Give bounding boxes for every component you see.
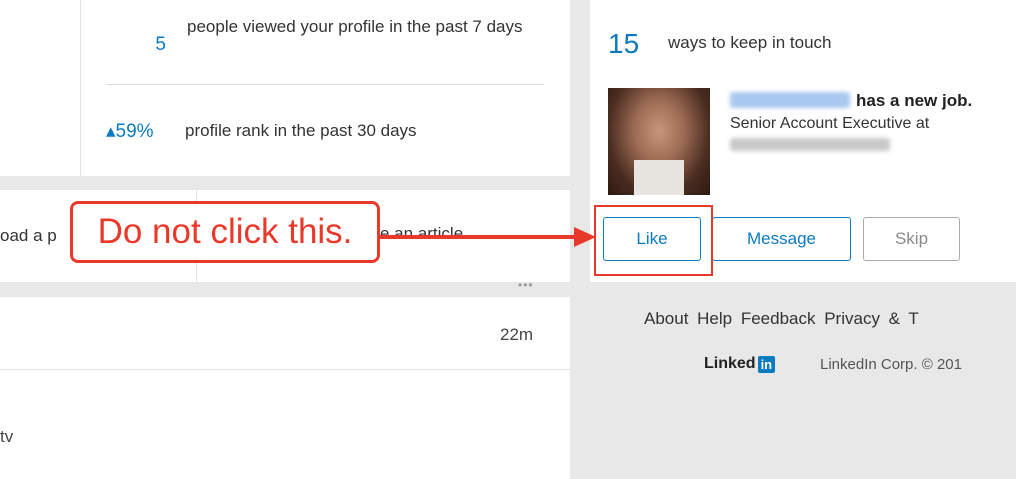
new-job-headline: has a new job. [856, 91, 973, 110]
stats-divider [107, 84, 544, 85]
profile-views-count[interactable]: 5 [136, 34, 166, 56]
keep-in-touch-count[interactable]: 15 [608, 28, 639, 60]
person-name-redacted[interactable] [730, 92, 850, 108]
profile-views-text[interactable]: people viewed your profile in the past 7… [187, 14, 547, 40]
annotation-arrow-icon [370, 227, 596, 247]
stats-divider [80, 0, 81, 176]
upload-photo-option[interactable]: oad a p [0, 226, 57, 246]
company-name-redacted[interactable] [730, 138, 890, 151]
feed-divider [0, 369, 570, 370]
profile-rank-text[interactable]: profile rank in the past 30 days [185, 121, 417, 141]
warning-callout: Do not click this. [70, 201, 380, 263]
avatar [634, 160, 684, 195]
message-button[interactable]: Message [712, 217, 851, 261]
logo-word: Linked [704, 355, 756, 372]
logo-in-badge: in [757, 355, 776, 373]
job-title: Senior Account Executive at [730, 115, 930, 132]
keep-in-touch-label[interactable]: ways to keep in touch [668, 33, 831, 53]
feed-snippet: tv [0, 427, 14, 446]
feed-card [0, 297, 570, 479]
skip-button[interactable]: Skip [863, 217, 960, 261]
feed-timestamp: 22m [500, 325, 534, 344]
footer-links[interactable]: About Help Feedback Privacy & T [644, 309, 919, 329]
copyright-text: LinkedIn Corp. © 201 [820, 356, 962, 373]
more-options-icon[interactable]: ••• [518, 278, 534, 292]
linkedin-logo: Linked in [704, 355, 776, 373]
profile-rank-change[interactable]: ▴59% [106, 120, 154, 143]
like-button-highlight [594, 205, 713, 276]
